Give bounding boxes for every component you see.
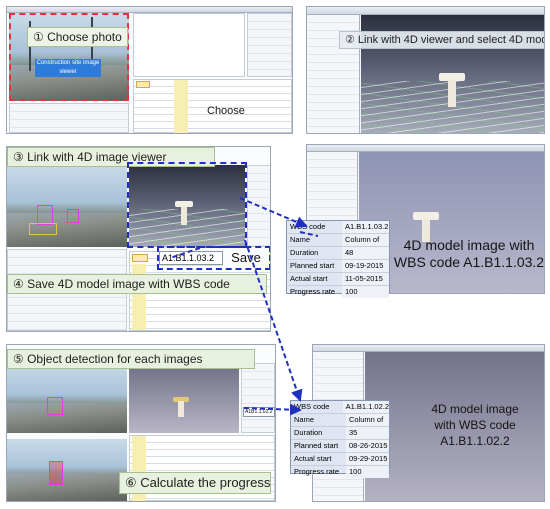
detection-box — [37, 205, 53, 225]
site-photo[interactable] — [7, 165, 127, 247]
choose-label: Choose — [207, 105, 245, 117]
info-key: Progress rate — [294, 467, 340, 476]
info-row: Name Column of pier — [287, 234, 389, 256]
step-5-label: ⑤ Object detection for each images — [7, 349, 255, 369]
info-value: 09-19-2015 — [342, 260, 389, 272]
info-value: 35 — [346, 427, 389, 439]
info-key: Planned start — [290, 261, 335, 270]
object-detection-panel — [241, 363, 275, 433]
site-photo[interactable] — [7, 363, 127, 433]
detection-box — [49, 461, 63, 485]
step-4-label: ④ Save 4D model image with WBS code — [7, 274, 267, 294]
pier-model[interactable] — [439, 73, 465, 107]
toolbar — [313, 345, 544, 352]
save-frame — [157, 246, 270, 270]
info-key: Duration — [294, 428, 323, 437]
image-area — [133, 13, 245, 77]
info-row: Duration 48 — [287, 247, 389, 260]
detection-box — [29, 223, 57, 235]
caption-line: A1.B1.1.02.2 — [440, 434, 510, 448]
step-1-label: ① Choose photo — [27, 27, 128, 47]
info-value: 08-26-2015 — [346, 440, 389, 452]
caption-line: with WBS code — [434, 418, 516, 432]
pier-model — [173, 397, 189, 417]
model-caption-bottom: 4D model image with WBS code A1.B1.1.02.… — [413, 401, 537, 449]
file-list[interactable] — [9, 103, 129, 133]
info-value: A1.B1.1.02.2 — [342, 401, 389, 413]
step-2-label: ② Link with 4D viewer and select 4D mode… — [339, 31, 544, 49]
panel-object-detection: A1B1.1.02.2 ⑤ Object detection for each … — [6, 344, 276, 502]
info-row: Actual start 11-05-2015 — [287, 273, 389, 286]
info-value: 100 — [346, 466, 389, 478]
caption-line: WBS code A1.B1.1.03.2 — [393, 254, 545, 270]
info-value: Column of pier — [346, 414, 389, 436]
info-row: WBS code A1.B1.1.02.2 — [291, 401, 389, 414]
info-key: Name — [294, 415, 315, 424]
info-row: Progress rate 100 — [287, 286, 389, 298]
caption-line: 4D model image — [431, 402, 519, 416]
detection-box — [47, 397, 63, 415]
info-key: Actual start — [290, 274, 328, 283]
info-key: WBS code — [290, 222, 326, 231]
wbs-info-table-bottom: WBS codeA1.B1.1.02.2 NameColumn of pier … — [290, 400, 390, 478]
panel-4d-viewer: ② Link with 4D viewer and select 4D mode… — [306, 6, 545, 134]
info-value: A1.B1.1.03.2 — [342, 221, 389, 233]
info-value: 09-29-2015 — [346, 453, 389, 465]
info-value: Column of pier — [342, 234, 389, 256]
panel-choose-photo: Construction site image viewer Choose ① … — [6, 6, 293, 134]
caption-line: 4D model image with — [403, 237, 535, 253]
header-chip[interactable] — [136, 81, 150, 88]
info-value: 48 — [342, 247, 389, 259]
viewer-frame — [127, 162, 247, 248]
info-row: Duration 35 — [291, 427, 389, 440]
4d-image-viewer[interactable] — [129, 363, 239, 433]
header-chip[interactable] — [132, 254, 148, 262]
step-6-label: ⑥ Calculate the progress — [119, 472, 271, 494]
toolbar — [307, 145, 544, 152]
info-value: 11-05-2015 — [342, 273, 389, 285]
info-row: Progress rate 100 — [291, 466, 389, 478]
info-key: Actual start — [294, 454, 332, 463]
object-detection-panel — [247, 13, 292, 77]
road — [7, 403, 127, 433]
info-row: Planned start 08-26-2015 — [291, 440, 389, 453]
info-row: WBS code A1.B1.1.03.2 — [287, 221, 389, 234]
detection-box — [67, 209, 79, 223]
toolbar — [307, 7, 544, 15]
info-row: Actual start 09-29-2015 — [291, 453, 389, 466]
highlight-column — [174, 80, 188, 133]
wbs-code-field[interactable]: A1B1.1.02.2 — [243, 407, 275, 417]
info-key: Duration — [290, 248, 319, 257]
image-viewer-label: Construction site image viewer — [35, 59, 101, 77]
model-caption-top: 4D model image with WBS code A1.B1.1.03.… — [391, 237, 545, 271]
info-key: Name — [290, 235, 311, 244]
site-photo-2[interactable] — [7, 439, 127, 501]
info-key: WBS code — [294, 402, 330, 411]
wbs-info-table-top: WBS codeA1.B1.1.03.2 NameColumn of pier … — [286, 220, 390, 298]
info-key: Progress rate — [290, 287, 336, 296]
info-row: Name Column of pier — [291, 414, 389, 436]
info-key: Planned start — [294, 441, 339, 450]
info-row: Planned start 09-19-2015 — [287, 260, 389, 273]
object-detection-panel — [247, 165, 270, 247]
road — [7, 473, 127, 501]
info-value: 100 — [342, 286, 389, 298]
